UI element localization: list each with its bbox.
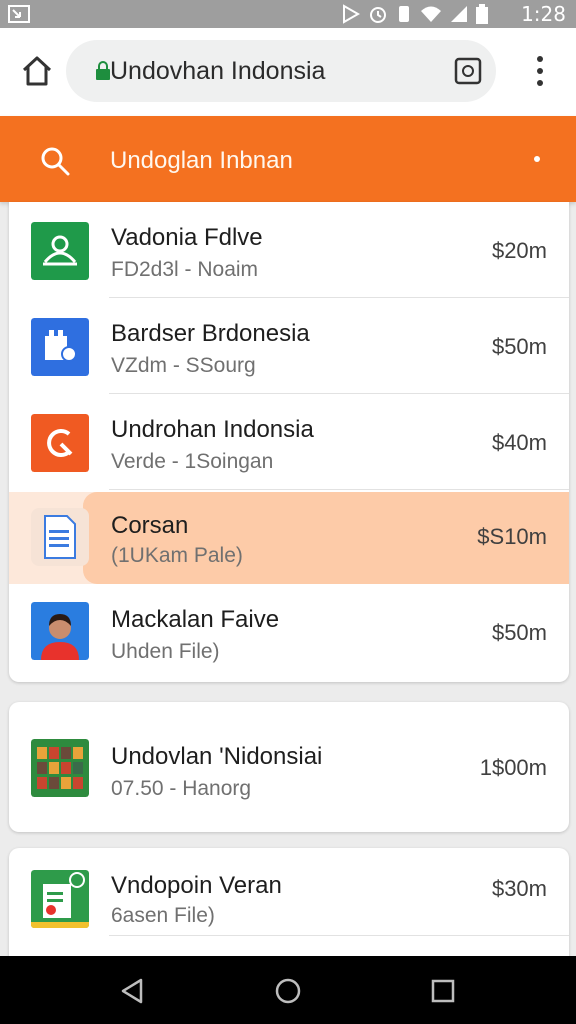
list-item[interactable]: Undrohan Indonsia Verde - 1Soingan $40m (9, 394, 569, 490)
list-item[interactable]: Undovlan 'Nidonsiai 07.50 - Hanorg 1$00m (9, 719, 569, 815)
system-nav-bar (0, 956, 576, 1024)
item-price: $50m (491, 620, 547, 645)
item-price: $S10m (477, 524, 547, 549)
vibrate-icon (399, 6, 409, 22)
browser-toolbar: Undovhan Indonsia (0, 28, 576, 116)
item-subtitle: 6asen File) (111, 904, 215, 927)
item-title: Vadonia Fdlve (111, 224, 263, 251)
item-price: $50m (491, 334, 547, 359)
list-item[interactable]: Mackalan Faive Uhden File) $50m (9, 586, 569, 682)
url-text: Undovhan Indonsia (110, 57, 326, 85)
item-subtitle: Verde - 1Soingan (111, 450, 274, 473)
item-subtitle: Uhden File) (111, 640, 220, 663)
list-item[interactable]: Vndopoin Veran 6asen File) $30m (9, 848, 569, 944)
item-subtitle: FD2d3l - Noaim (111, 258, 259, 281)
back-icon[interactable] (117, 976, 147, 1006)
home-circle-icon[interactable] (273, 976, 303, 1006)
avatar-icon (31, 602, 89, 660)
overflow-dot-icon[interactable] (534, 156, 540, 162)
search-icon[interactable] (40, 146, 70, 176)
item-title: Vndopoin Veran (111, 872, 282, 899)
battery-icon (476, 4, 488, 24)
divider (109, 935, 569, 936)
item-price: $40m (491, 430, 547, 455)
results-card: Vndopoin Veran 6asen File) $30m (9, 848, 569, 958)
item-title: Undrohan Indonsia (111, 416, 314, 443)
alarm-icon (370, 7, 386, 23)
results-card: Vadonia Fdlve FD2d3l - Noaim $20m Bardse… (9, 202, 569, 682)
tabs-icon[interactable] (454, 57, 482, 85)
item-title: Corsan (111, 512, 189, 539)
sheet-app-icon (31, 870, 89, 928)
app-bar: Undoglan Inbnan (0, 116, 576, 202)
divider (109, 489, 569, 490)
item-subtitle: VZdm - SSourg (111, 354, 256, 377)
lock-icon (96, 61, 110, 80)
wifi-icon (421, 6, 441, 22)
blue-app-icon (31, 318, 89, 376)
item-price: $20m (491, 238, 547, 263)
document-icon (31, 508, 89, 566)
url-bar[interactable]: Undovhan Indonsia (66, 40, 496, 102)
item-subtitle: (1UKam Pale) (111, 544, 243, 567)
more-vert-icon[interactable] (532, 54, 548, 88)
grid-app-icon (31, 739, 89, 797)
results-card: Undovlan 'Nidonsiai 07.50 - Hanorg 1$00m (9, 702, 569, 832)
item-subtitle: 07.50 - Hanorg (111, 777, 252, 800)
item-title: Bardser Brdonesia (111, 320, 310, 347)
item-price: $30m (491, 876, 547, 901)
signal-icon (451, 6, 467, 22)
orange-app-icon (31, 414, 89, 472)
status-bar: 1:28 (0, 0, 576, 28)
list-item-selected[interactable]: Corsan (1UKam Pale) $S10m (9, 492, 569, 588)
notification-icon (8, 5, 30, 23)
item-price: 1$00m (479, 755, 547, 780)
item-title: Mackalan Faive (111, 606, 280, 633)
clock: 1:28 (521, 2, 566, 26)
green-app-icon (31, 222, 89, 280)
search-query[interactable]: Undoglan Inbnan (110, 147, 293, 175)
play-icon (343, 4, 360, 24)
list-item[interactable]: Vadonia Fdlve FD2d3l - Noaim $20m (9, 202, 569, 298)
list-item[interactable]: Bardser Brdonesia VZdm - SSourg $50m (9, 298, 569, 394)
home-icon[interactable] (20, 54, 54, 88)
recents-icon[interactable] (428, 976, 458, 1006)
item-title: Undovlan 'Nidonsiai (111, 743, 323, 770)
